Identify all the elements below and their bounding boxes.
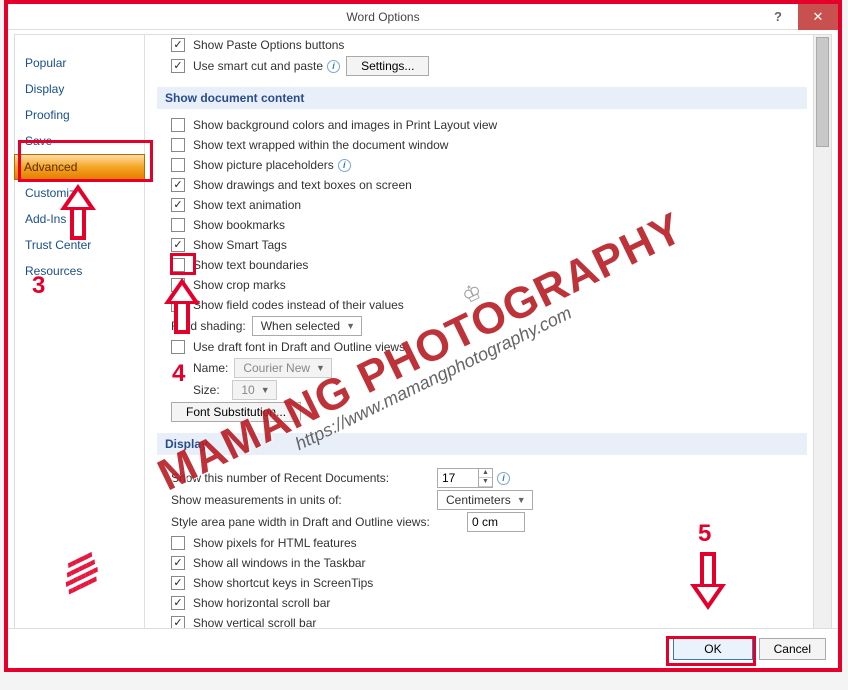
chk-paste-options[interactable] — [171, 38, 185, 52]
chk-bound[interactable] — [171, 258, 185, 272]
lbl-draw: Show drawings and text boxes on screen — [193, 178, 412, 192]
lbl-pixels: Show pixels for HTML features — [193, 536, 357, 550]
nav-advanced[interactable]: Advanced — [14, 154, 145, 180]
select-shading[interactable]: When selected▼ — [252, 316, 362, 336]
close-icon[interactable]: ✕ — [798, 4, 838, 30]
window-title: Word Options — [8, 10, 758, 24]
lbl-smart-cut: Use smart cut and paste — [193, 59, 323, 73]
nav-proofing[interactable]: Proofing — [15, 102, 144, 128]
cancel-button[interactable]: Cancel — [759, 638, 826, 660]
chk-pic[interactable] — [171, 158, 185, 172]
vertical-scrollbar[interactable] — [813, 35, 831, 655]
settings-button[interactable]: Settings... — [346, 56, 429, 76]
lbl-smart: Show Smart Tags — [193, 238, 287, 252]
chevron-down-icon: ▼ — [346, 321, 355, 331]
nav-save[interactable]: Save — [15, 128, 144, 154]
options-panel: Show Paste Options buttons Use smart cut… — [145, 35, 813, 655]
chk-shortcut[interactable] — [171, 576, 185, 590]
lbl-wrap: Show text wrapped within the document wi… — [193, 138, 448, 152]
chevron-down-icon: ▼ — [316, 363, 325, 373]
select-units[interactable]: Centimeters▼ — [437, 490, 533, 510]
lbl-paste-options: Show Paste Options buttons — [193, 38, 344, 52]
dialog-footer: OK Cancel — [8, 628, 838, 668]
lbl-bg: Show background colors and images in Pri… — [193, 118, 497, 132]
info-icon[interactable]: i — [497, 472, 510, 485]
spin-recent[interactable]: ▲▼ — [437, 468, 493, 488]
chk-draft[interactable] — [171, 340, 185, 354]
input-stylepane[interactable] — [467, 512, 525, 532]
lbl-bound: Show text boundaries — [193, 258, 308, 272]
chk-pixels[interactable] — [171, 536, 185, 550]
help-icon[interactable]: ? — [758, 4, 798, 30]
ok-button[interactable]: OK — [673, 638, 752, 660]
lbl-units: Show measurements in units of: — [171, 493, 431, 507]
lbl-recent: Show this number of Recent Documents: — [171, 471, 431, 485]
nav-resources[interactable]: Resources — [15, 258, 144, 284]
nav-sidebar: Popular Display Proofing Save Advanced C… — [15, 35, 145, 661]
section-display: Display — [157, 433, 807, 455]
chk-taskbar[interactable] — [171, 556, 185, 570]
chk-smart-cut[interactable] — [171, 59, 185, 73]
lbl-hscroll: Show horizontal scroll bar — [193, 596, 330, 610]
input-recent[interactable] — [438, 469, 478, 487]
scrollbar-thumb[interactable] — [816, 37, 829, 147]
chk-book[interactable] — [171, 218, 185, 232]
info-icon[interactable]: i — [338, 159, 351, 172]
chk-wrap[interactable] — [171, 138, 185, 152]
spin-down-icon[interactable]: ▼ — [479, 478, 492, 487]
nav-popular[interactable]: Popular — [15, 50, 144, 76]
lbl-draft-size: Size: — [193, 383, 220, 397]
font-sub-button[interactable]: Font Substitution... — [171, 402, 301, 422]
chk-draw[interactable] — [171, 178, 185, 192]
select-draft-name: Courier New▼ — [234, 358, 332, 378]
info-icon[interactable]: i — [327, 60, 340, 73]
select-draft-size: 10▼ — [232, 380, 276, 400]
chk-hscroll[interactable] — [171, 596, 185, 610]
lbl-pic: Show picture placeholders — [193, 158, 334, 172]
lbl-draft: Use draft font in Draft and Outline view… — [193, 340, 405, 354]
lbl-draft-name: Name: — [193, 361, 228, 375]
chk-fieldc[interactable] — [171, 298, 185, 312]
nav-display[interactable]: Display — [15, 76, 144, 102]
lbl-anim: Show text animation — [193, 198, 301, 212]
title-bar: Word Options ? ✕ — [8, 4, 838, 30]
chk-bg[interactable] — [171, 118, 185, 132]
lbl-stylepane: Style area pane width in Draft and Outli… — [171, 515, 461, 529]
lbl-shading: Field shading: — [171, 319, 246, 333]
lbl-fieldc: Show field codes instead of their values — [193, 298, 404, 312]
spin-up-icon[interactable]: ▲ — [479, 469, 492, 478]
lbl-taskbar: Show all windows in the Taskbar — [193, 556, 366, 570]
nav-trust[interactable]: Trust Center — [15, 232, 144, 258]
chevron-down-icon: ▼ — [517, 495, 526, 505]
nav-customize[interactable]: Customize — [15, 180, 144, 206]
lbl-shortcut: Show shortcut keys in ScreenTips — [193, 576, 373, 590]
chk-crop[interactable] — [171, 278, 185, 292]
chevron-down-icon: ▼ — [261, 385, 270, 395]
chk-anim[interactable] — [171, 198, 185, 212]
lbl-book: Show bookmarks — [193, 218, 285, 232]
section-doc-content: Show document content — [157, 87, 807, 109]
lbl-crop: Show crop marks — [193, 278, 286, 292]
nav-addins[interactable]: Add-Ins — [15, 206, 144, 232]
chk-smart[interactable] — [171, 238, 185, 252]
